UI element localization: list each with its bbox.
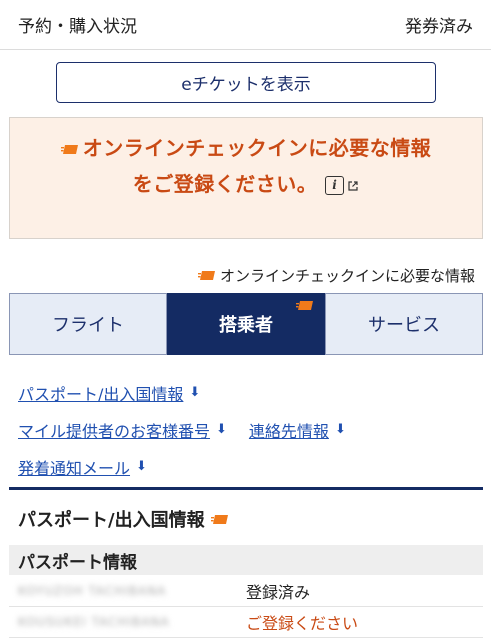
passenger-row[interactable]: KOUSUKEI TACHIBANA ご登録ください	[9, 607, 483, 638]
passenger-name: KOYUZOH TACHIBANA	[18, 584, 167, 598]
passenger-status: 登録済み	[246, 583, 311, 602]
link-row: パスポート/出入国情報 ⬇	[18, 374, 368, 411]
ticket-icon	[210, 514, 228, 524]
tab-bar: フライト 搭乗者 サービス	[9, 293, 483, 355]
tab-service[interactable]: サービス	[325, 293, 483, 355]
external-link-icon[interactable]	[347, 180, 359, 192]
mileage-number-link[interactable]: マイル提供者のお客様番号	[18, 418, 210, 442]
arrival-notify-link[interactable]: 発着通知メール	[18, 455, 130, 479]
section-title-text: パスポート/出入国情報	[18, 510, 205, 531]
link-row: 発着通知メール ⬇	[18, 448, 368, 485]
notice-line-1: オンラインチェックインに必要な情報	[10, 132, 482, 161]
contact-info-link[interactable]: 連絡先情報	[249, 418, 329, 442]
arrow-down-icon: ⬇	[136, 459, 147, 474]
notice-line-2: をご登録ください。 i	[10, 168, 482, 197]
passport-link[interactable]: パスポート/出入国情報	[18, 381, 183, 405]
ticket-icon	[296, 301, 313, 310]
show-eticket-button[interactable]: eチケットを表示	[56, 62, 436, 103]
ticket-icon	[60, 145, 78, 154]
info-icon[interactable]: i	[325, 176, 345, 195]
checkin-legend: オンラインチェックインに必要な情報	[197, 265, 475, 286]
passport-info-header: パスポート情報	[9, 545, 483, 575]
passenger-status: ご登録ください	[246, 614, 359, 633]
section-links: パスポート/出入国情報 ⬇ マイル提供者のお客様番号 ⬇ 連絡先情報 ⬇ 発着通…	[18, 374, 368, 485]
passenger-name: KOUSUKEI TACHIBANA	[18, 615, 170, 629]
tab-passenger[interactable]: 搭乗者	[167, 293, 325, 355]
link-row: マイル提供者のお客様番号 ⬇ 連絡先情報 ⬇	[18, 411, 368, 448]
checkin-notice-box: オンラインチェックインに必要な情報 をご登録ください。 i	[9, 117, 483, 239]
notice-text-2: をご登録ください。	[132, 172, 318, 196]
arrow-down-icon: ⬇	[216, 422, 227, 437]
legend-label: オンラインチェックインに必要な情報	[219, 267, 475, 285]
section-divider	[9, 487, 483, 490]
passenger-row[interactable]: KOYUZOH TACHIBANA 登録済み	[9, 576, 483, 607]
tab-label: サービス	[368, 315, 440, 336]
passport-section-title: パスポート/出入国情報	[18, 506, 233, 532]
arrow-down-icon: ⬇	[334, 422, 346, 437]
reservation-status-row: 予約・購入状況 発券済み	[0, 0, 491, 50]
tab-label: 搭乗者	[219, 315, 273, 336]
notice-text-1: オンラインチェックインに必要な情報	[82, 136, 432, 160]
reservation-status-label: 予約・購入状況	[18, 17, 137, 37]
tab-flight[interactable]: フライト	[9, 293, 167, 355]
reservation-status-value: 発券済み	[405, 17, 473, 37]
arrow-down-icon: ⬇	[189, 385, 201, 400]
ticket-icon	[197, 271, 215, 280]
tab-label: フライト	[52, 315, 124, 336]
